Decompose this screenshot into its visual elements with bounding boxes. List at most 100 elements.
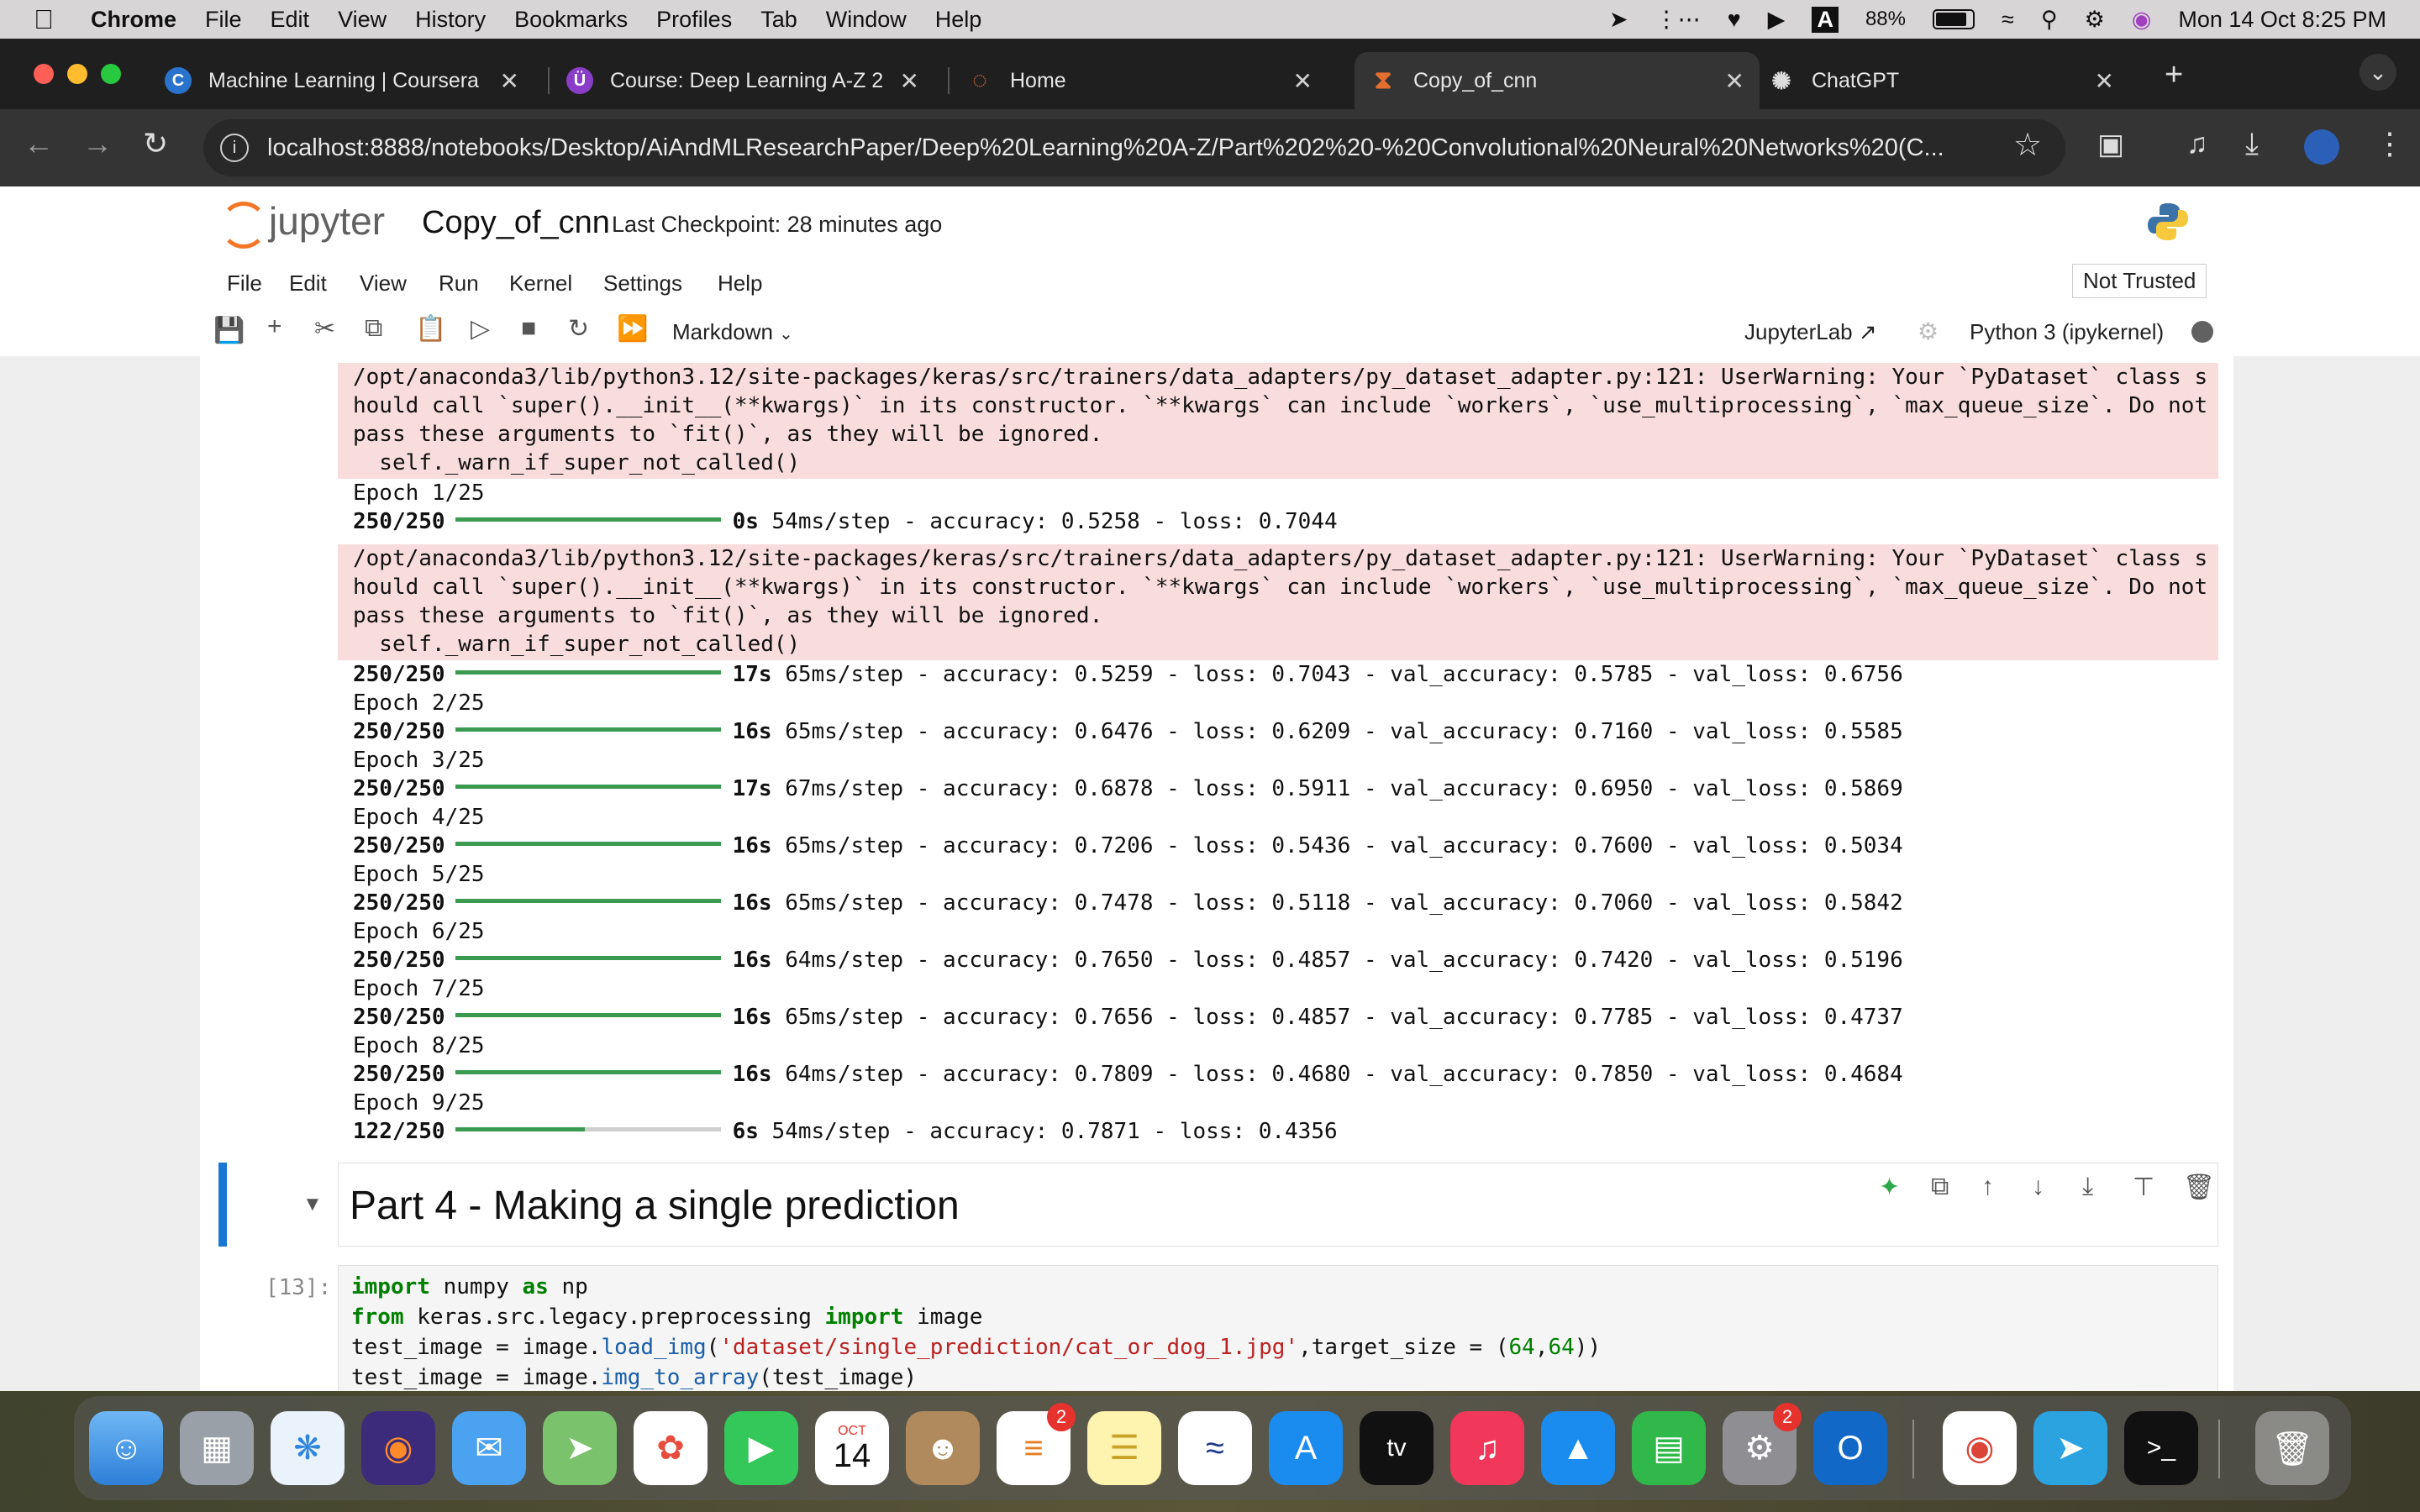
profile-avatar[interactable] — [2304, 129, 2339, 165]
collapse-chevron-icon[interactable]: ▼ — [302, 1193, 323, 1216]
stop-icon[interactable]: ■ — [521, 314, 536, 343]
cut-icon[interactable]: ✂ — [314, 314, 335, 344]
paste-icon[interactable]: 📋 — [415, 314, 446, 344]
menu-help[interactable]: Help — [935, 7, 982, 33]
new-tab-icon[interactable]: + — [2165, 57, 2183, 93]
back-icon[interactable]: ← — [24, 126, 54, 161]
photos-icon[interactable]: ✿ — [634, 1411, 708, 1485]
firefox-icon[interactable]: ◉ — [361, 1411, 435, 1485]
freeform-icon[interactable]: ≈ — [1178, 1411, 1252, 1485]
jupyter-logo-text[interactable]: jupyter — [269, 198, 385, 244]
jupyter-logo-icon[interactable] — [220, 202, 267, 249]
menu-file[interactable]: File — [205, 7, 242, 33]
delete-cell-icon[interactable]: 🗑 — [2183, 1173, 2215, 1202]
jmenu-settings[interactable]: Settings — [603, 270, 682, 297]
music-icon[interactable]: ♫ — [1450, 1411, 1524, 1485]
forward-icon[interactable]: → — [82, 126, 113, 161]
control-center-icon[interactable]: ⚙ — [2085, 7, 2105, 33]
save-icon[interactable]: 💾 — [213, 316, 245, 345]
url-text[interactable]: localhost:8888/notebooks/Desktop/AiAndML… — [267, 134, 2040, 162]
trash-icon[interactable]: 🗑 — [2255, 1411, 2329, 1485]
menu-view[interactable]: View — [338, 7, 387, 33]
siri-icon[interactable]: ◉ — [2132, 7, 2152, 33]
maps-icon[interactable]: ➤ — [543, 1411, 617, 1485]
cell-type-select[interactable]: Markdown ⌄ — [672, 319, 793, 345]
jmenu-run[interactable]: Run — [439, 270, 479, 297]
launchpad-icon[interactable]: ▦ — [180, 1411, 254, 1485]
bookmark-star-icon[interactable]: ☆ — [2013, 126, 2042, 164]
menu-history[interactable]: History — [415, 7, 486, 33]
chrome-menu-icon[interactable]: ⋮ — [2375, 126, 2405, 161]
close-icon[interactable]: ✕ — [2095, 67, 2114, 95]
insert-cell-icon[interactable]: + — [267, 312, 282, 341]
close-icon[interactable]: ✕ — [900, 67, 919, 95]
menu-tab[interactable]: Tab — [760, 7, 797, 33]
site-info-icon[interactable]: i — [220, 134, 249, 162]
jmenu-view[interactable]: View — [360, 270, 407, 297]
app-store-icon[interactable]: A — [1269, 1411, 1343, 1485]
search-icon[interactable]: ⚲ — [2041, 7, 2058, 33]
insert-below-icon[interactable]: ⊤ — [2133, 1173, 2154, 1202]
move-up-icon[interactable]: ↑ — [1981, 1173, 1994, 1201]
chrome-icon[interactable]: ◉ — [1943, 1411, 2017, 1485]
safari-icon[interactable]: ❋ — [271, 1411, 345, 1485]
keynote-icon[interactable]: ▲ — [1541, 1411, 1615, 1485]
navigation-icon[interactable]: ➤ — [1609, 7, 1628, 33]
wifi-icon[interactable]: ≈ — [2002, 7, 2014, 33]
input-source-icon[interactable]: A — [1812, 6, 1839, 33]
not-trusted-button[interactable]: Not Trusted — [2072, 264, 2207, 298]
extensions-icon[interactable]: ▣ — [2097, 128, 2124, 161]
tab-chatgpt[interactable]: ✺ ChatGPT ✕ — [1768, 52, 2129, 109]
reload-icon[interactable]: ↻ — [143, 126, 168, 161]
dots-icon[interactable]: ⋮⋯ — [1655, 7, 1701, 33]
ai-sparkle-icon[interactable]: ✦ — [1879, 1173, 1900, 1202]
mail-icon[interactable]: ✉ — [452, 1411, 526, 1485]
facetime-icon[interactable]: ▶ — [724, 1411, 798, 1485]
move-down-icon[interactable]: ↓ — [2032, 1173, 2044, 1201]
copy-icon[interactable]: ⧉ — [365, 314, 382, 343]
duplicate-cell-icon[interactable]: ⧉ — [1931, 1173, 1949, 1201]
menu-profiles[interactable]: Profiles — [656, 7, 732, 33]
insert-above-icon[interactable]: ⤓ — [2082, 1173, 2093, 1201]
calendar-icon[interactable]: OCT 14 — [815, 1411, 889, 1485]
clock-datetime[interactable]: Mon 14 Oct 8:25 PM — [2178, 7, 2386, 33]
notebook-title[interactable]: Copy_of_cnn — [422, 205, 610, 241]
kernel-name[interactable]: Python 3 (ipykernel) — [1970, 319, 2164, 345]
menu-window[interactable]: Window — [826, 7, 907, 33]
download-icon[interactable]: ⤓ — [2245, 126, 2259, 162]
heart-icon[interactable]: ♥ — [1728, 7, 1741, 33]
contacts-icon[interactable]: ☻ — [906, 1411, 980, 1485]
apple-tv-icon[interactable]: tv — [1360, 1411, 1434, 1485]
apple-icon[interactable]:  — [34, 4, 54, 35]
close-icon[interactable]: ✕ — [1725, 67, 1744, 95]
close-icon[interactable]: ✕ — [500, 67, 519, 95]
outlook-icon[interactable]: O — [1813, 1411, 1887, 1485]
menu-bookmarks[interactable]: Bookmarks — [514, 7, 628, 33]
maximize-window-icon[interactable] — [101, 64, 121, 84]
numbers-icon[interactable]: ▤ — [1632, 1411, 1706, 1485]
close-icon[interactable]: ✕ — [1293, 67, 1313, 95]
finder-icon[interactable]: ☺ — [89, 1411, 163, 1485]
play-icon[interactable]: ▶ — [1768, 7, 1786, 33]
menu-edit[interactable]: Edit — [271, 7, 310, 33]
run-icon[interactable]: ▷ — [471, 314, 490, 344]
debugger-icon[interactable]: ⚙ — [1918, 318, 1939, 345]
tab-home[interactable]: ◌ Home ✕ — [966, 52, 1328, 109]
jmenu-edit[interactable]: Edit — [289, 270, 327, 297]
url-bar[interactable]: i localhost:8888/notebooks/Desktop/AiAnd… — [203, 119, 2065, 176]
tab-coursera[interactable]: C Machine Learning | Coursera ✕ — [165, 52, 534, 109]
tab-udemy[interactable]: Ü Course: Deep Learning A-Z 2 ✕ — [566, 52, 934, 109]
minimize-window-icon[interactable] — [67, 64, 87, 84]
close-window-icon[interactable] — [34, 64, 54, 84]
battery-icon[interactable] — [1932, 9, 1975, 29]
tab-copy-of-cnn[interactable]: ⧗ Copy_of_cnn ✕ — [1355, 52, 1760, 109]
jmenu-kernel[interactable]: Kernel — [509, 270, 572, 297]
telegram-icon[interactable]: ➤ — [2033, 1411, 2107, 1485]
menu-app-name[interactable]: Chrome — [91, 7, 176, 33]
tab-search-icon[interactable]: ⌄ — [2360, 54, 2396, 91]
jmenu-help[interactable]: Help — [718, 270, 762, 297]
notes-icon[interactable]: ☰ — [1087, 1411, 1161, 1485]
fast-forward-icon[interactable]: ⏩ — [617, 314, 648, 344]
jmenu-file[interactable]: File — [227, 270, 262, 297]
restart-icon[interactable]: ↻ — [568, 314, 589, 344]
